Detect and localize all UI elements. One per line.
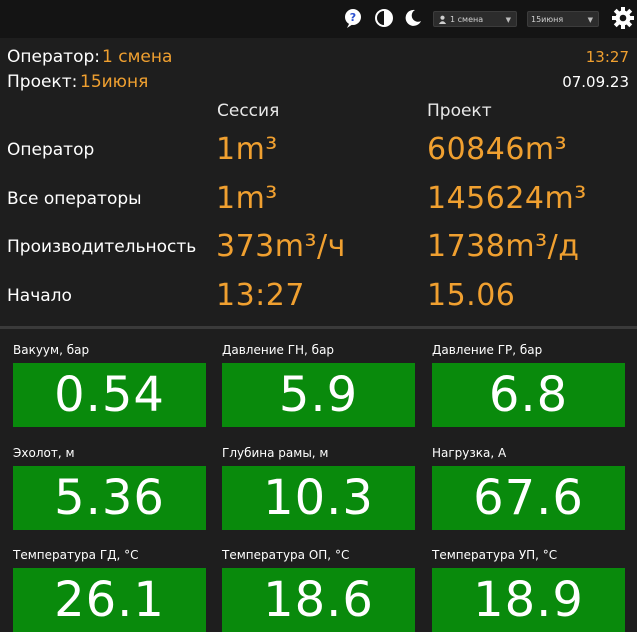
operator-label: Оператор: [7,47,100,67]
chevron-down-icon: ▼ [587,16,593,24]
user-icon [438,15,447,24]
row-label: Оператор [7,140,95,160]
gauge-value: 10.3 [222,466,415,530]
gauge-label: Вакуум, бар [13,343,90,357]
gauge-label: Давление ГН, бар [222,343,335,357]
project-value: 145624m³ [427,181,587,216]
project-label: Проект: [7,72,78,92]
shift-select-value: 1 смена [450,15,484,24]
gauge-label: Эхолот, м [13,446,75,460]
gauge-label: Температура ГД, °С [13,548,139,562]
gauge-value: 0.54 [13,363,206,427]
gauge-label: Температура УП, °С [432,548,558,562]
operator-value: 1 смена [102,47,173,67]
gauge-value: 5.9 [222,363,415,427]
gauge-value: 67.6 [432,466,625,530]
gauge-label: Температура ОП, °С [222,548,350,562]
gauge-value: 6.8 [432,363,625,427]
shift-select[interactable]: 1 смена ▼ [433,11,517,27]
gear-icon[interactable] [611,6,635,30]
svg-text:?: ? [350,11,356,24]
top-toolbar: ? 1 смена ▼ 15июня ▼ [0,0,637,38]
gauge-value: 5.36 [13,466,206,530]
column-project-header: Проект [427,101,492,121]
row-label: Производительность [7,237,197,257]
project-select-value: 15июня [531,15,564,24]
project-value: 15июня [80,72,149,92]
moon-icon[interactable] [403,8,423,28]
gauge-value: 26.1 [13,568,206,632]
contrast-icon[interactable] [374,8,394,28]
project-select[interactable]: 15июня ▼ [527,11,599,27]
project-value: 15.06 [427,278,516,313]
gauge-value: 18.6 [222,568,415,632]
current-date: 07.09.23 [562,73,629,91]
row-label: Начало [7,286,72,306]
help-icon[interactable]: ? [343,8,363,28]
session-value: 13:27 [216,278,305,313]
session-value: 373m³/ч [216,229,346,264]
info-panel: Оператор: 1 смена Проект: 15июня 13:27 0… [0,38,637,326]
session-value: 1m³ [216,132,278,167]
current-time: 13:27 [585,48,629,66]
gauge-value: 18.9 [432,568,625,632]
row-label: Все операторы [7,189,142,209]
gauge-label: Глубина рамы, м [222,446,329,460]
project-value: 60846m³ [427,132,568,167]
column-session-header: Сессия [217,101,280,121]
gauge-label: Нагрузка, А [432,446,507,460]
gauge-label: Давление ГР, бар [432,343,543,357]
session-value: 1m³ [216,181,278,216]
chevron-down-icon: ▼ [505,16,511,24]
gauge-grid: Вакуум, бар 0.54 Давление ГН, бар 5.9 Да… [0,329,637,632]
project-value: 1738m³/д [427,229,580,264]
